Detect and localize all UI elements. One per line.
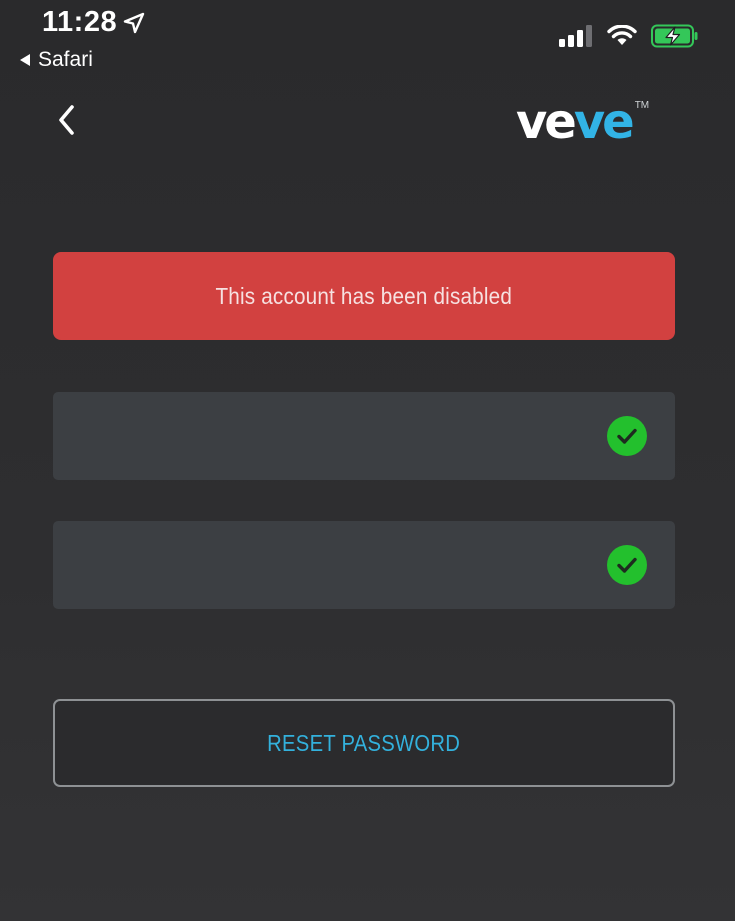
reset-password-label: RESET PASSWORD xyxy=(267,729,461,756)
error-alert: This account has been disabled xyxy=(53,252,675,340)
status-indicators xyxy=(559,24,699,53)
checkmark-icon xyxy=(607,416,647,456)
status-time: 11:28 xyxy=(42,6,145,39)
cellular-signal-icon xyxy=(559,25,593,52)
wifi-icon xyxy=(607,24,637,52)
email-input[interactable] xyxy=(75,392,599,482)
back-to-safari-link[interactable]: Safari xyxy=(20,48,93,72)
battery-charging-icon xyxy=(651,24,699,53)
logo-part-blue: ve xyxy=(573,94,635,150)
password-input[interactable] xyxy=(75,521,599,611)
email-field[interactable] xyxy=(53,392,675,482)
logo-part-white: ve xyxy=(516,94,577,150)
veve-logo: ve ve TM xyxy=(516,96,649,148)
logo-trademark: TM xyxy=(634,100,650,111)
location-arrow-icon xyxy=(123,12,145,34)
reset-password-button[interactable]: RESET PASSWORD xyxy=(53,699,675,787)
error-alert-message: This account has been disabled xyxy=(215,282,513,309)
password-field[interactable] xyxy=(53,521,675,611)
status-time-text: 11:28 xyxy=(42,6,118,38)
back-button[interactable] xyxy=(52,102,82,142)
chevron-left-icon xyxy=(57,104,77,141)
checkmark-icon xyxy=(607,545,647,585)
back-triangle-icon xyxy=(20,54,30,66)
back-to-safari-label: Safari xyxy=(38,48,93,71)
